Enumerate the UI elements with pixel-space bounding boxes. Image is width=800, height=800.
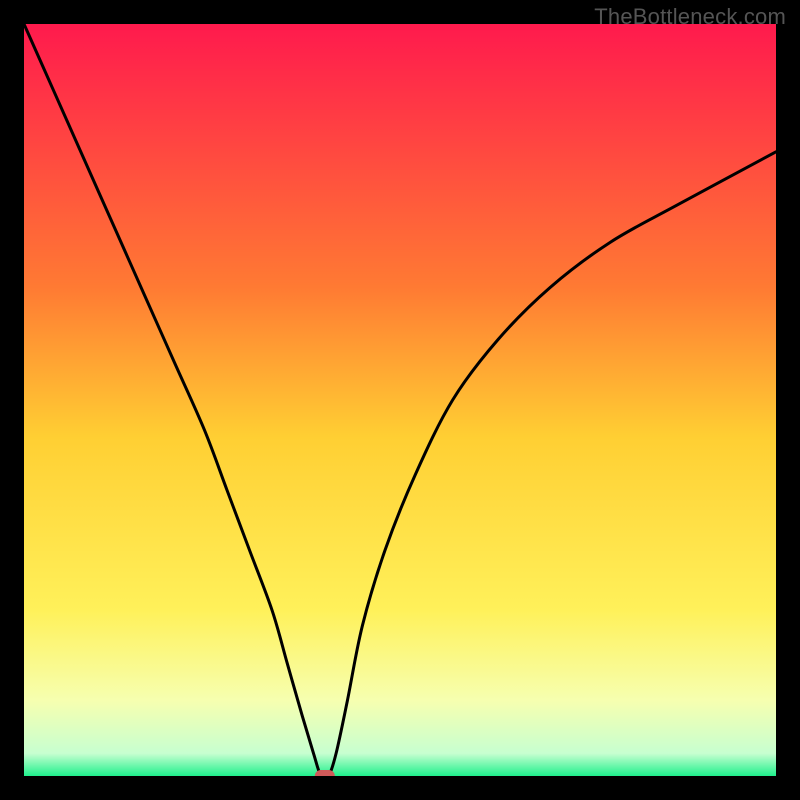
bottleneck-marker	[315, 770, 335, 776]
chart-frame: TheBottleneck.com	[0, 0, 800, 800]
attribution-watermark: TheBottleneck.com	[594, 4, 786, 30]
gradient-background	[24, 24, 776, 776]
plot-area	[24, 24, 776, 776]
plot-svg	[24, 24, 776, 776]
